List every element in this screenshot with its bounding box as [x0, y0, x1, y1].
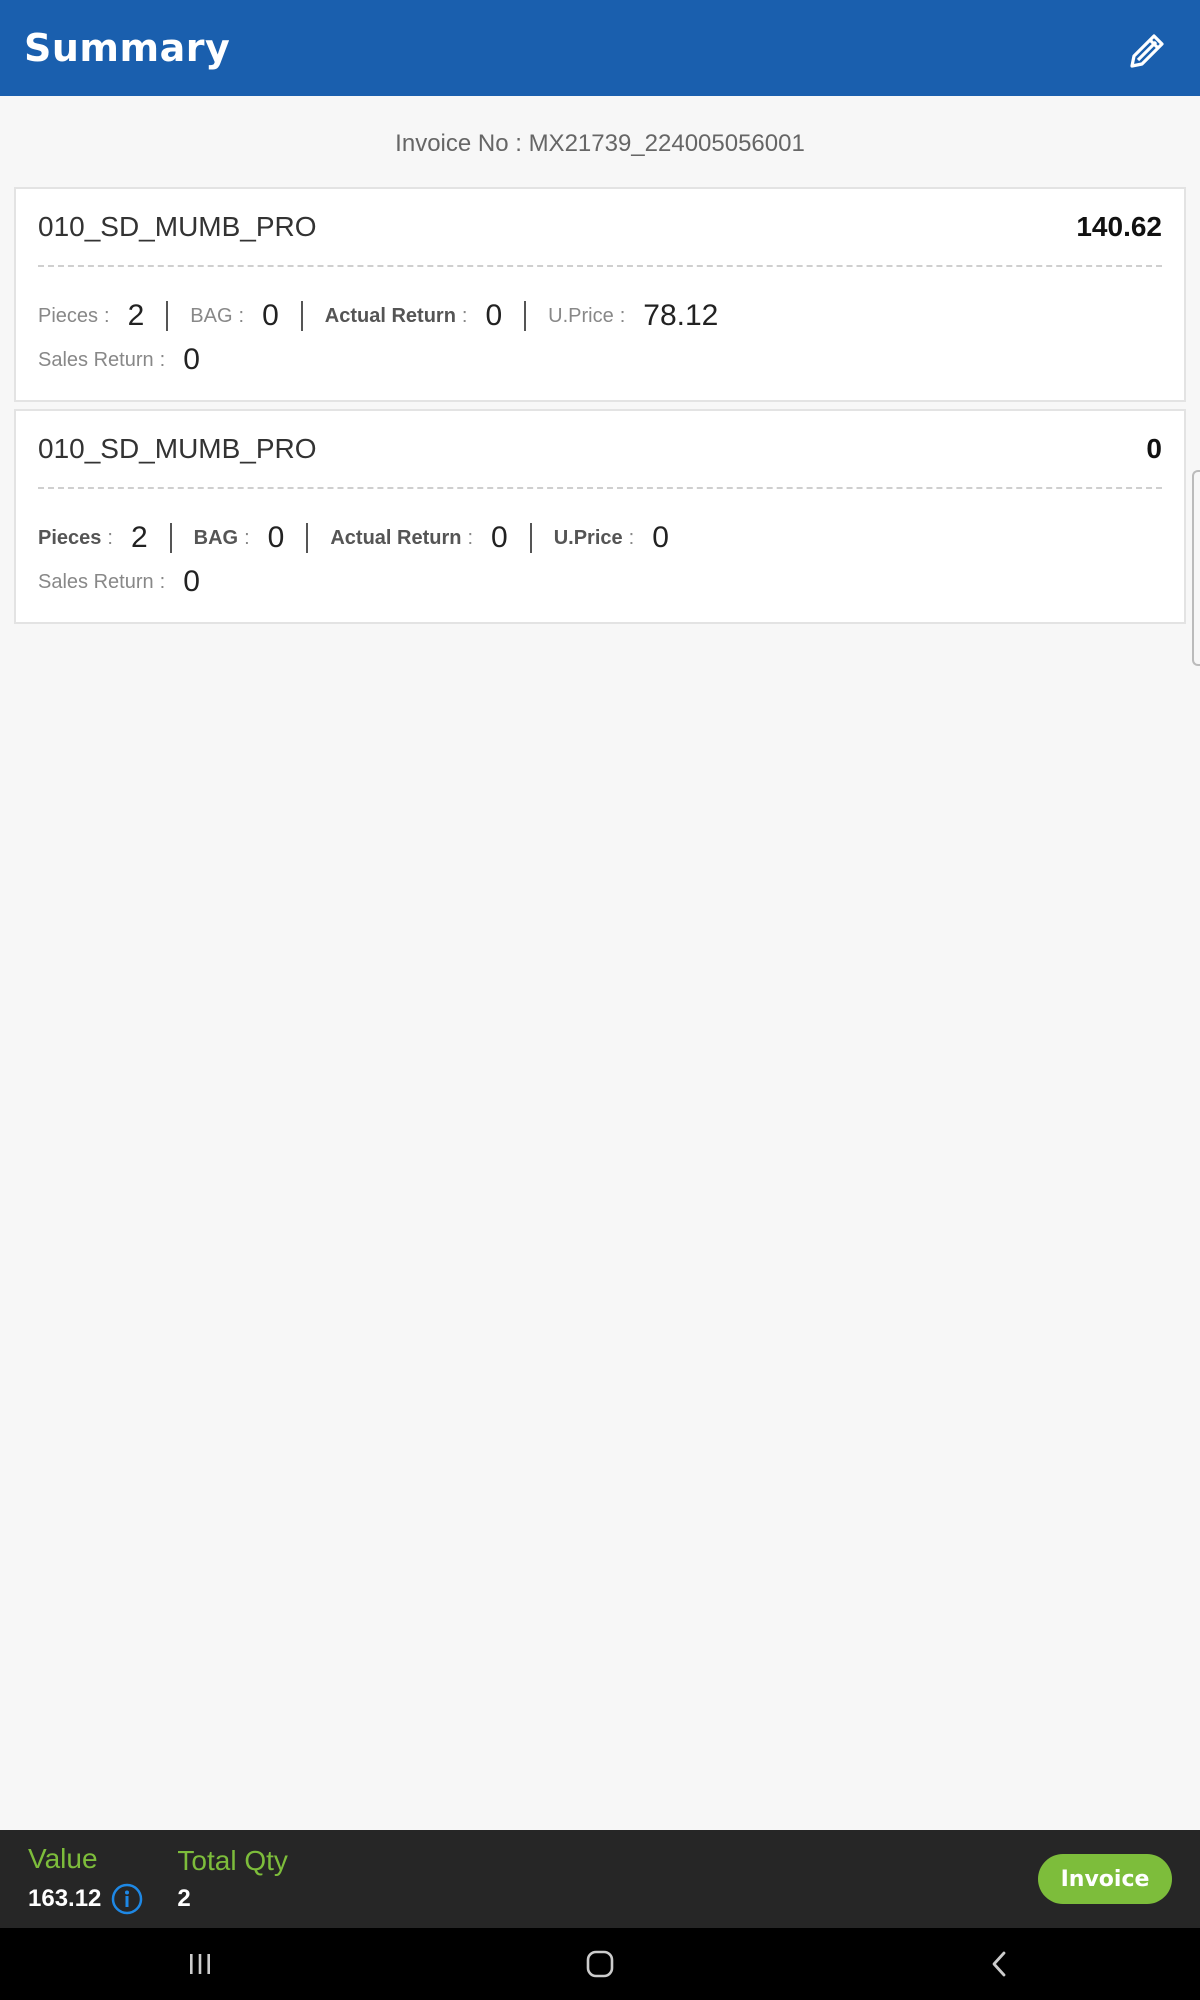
colon: :: [619, 304, 626, 327]
divider: [529, 523, 532, 553]
pieces-value: 2: [127, 299, 145, 332]
sales-return-field: Sales Return : 0: [38, 343, 200, 377]
value-amount: 163.12: [28, 1885, 102, 1912]
pieces-field: Pieces : 2: [38, 521, 148, 555]
info-icon: [112, 1883, 143, 1915]
app-bar: Summary: [0, 0, 1200, 96]
total-qty-value: 2: [177, 1885, 191, 1912]
divider: [169, 523, 172, 553]
divider: [524, 301, 527, 331]
colon: :: [628, 526, 635, 549]
item-amount: 0: [1146, 433, 1162, 464]
invoice-button[interactable]: Invoice: [1038, 1854, 1172, 1904]
item-card[interactable]: 010_SD_MUMB_PRO 140.62 Pieces : 2 BAG : …: [14, 187, 1186, 402]
item-card[interactable]: 010_SD_MUMB_PRO 0 Pieces : 2 BAG : 0 Act…: [14, 409, 1186, 624]
bag-label: BAG: [193, 526, 239, 549]
bag-field: BAG : 0: [190, 299, 279, 333]
colon: :: [238, 304, 245, 327]
actual-return-value: 0: [485, 299, 503, 332]
edit-icon: [1130, 34, 1164, 68]
uprice-field: U.Price : 78.12: [548, 299, 718, 333]
actual-return-field: Actual Return : 0: [330, 521, 507, 555]
sales-return-field: Sales Return : 0: [38, 565, 200, 599]
colon: :: [104, 304, 110, 327]
divider: [166, 301, 169, 331]
item-amount: 140.62: [1076, 211, 1162, 242]
bag-value: 0: [267, 521, 285, 554]
edge-panel-handle[interactable]: [1192, 470, 1200, 666]
system-nav-bar: [0, 1928, 1200, 2000]
sales-return-row: Sales Return : 0: [38, 338, 1162, 382]
uprice-label: U.Price: [553, 526, 623, 549]
info-button[interactable]: [111, 1883, 143, 1915]
sales-return-label: Sales Return: [38, 348, 154, 371]
value-label: Value: [28, 1843, 98, 1874]
divider: [306, 523, 309, 553]
back-icon: [992, 1951, 1006, 1977]
invoice-number: Invoice No : MX21739_224005056001: [395, 130, 805, 157]
pieces-label: Pieces: [38, 526, 102, 549]
uprice-value: 0: [652, 521, 669, 554]
sales-return-value: 0: [183, 343, 200, 376]
value-row: 163.12: [28, 1883, 143, 1915]
sales-return-value: 0: [183, 565, 200, 598]
back-button[interactable]: [970, 1934, 1030, 1994]
item-name: 010_SD_MUMB_PRO: [38, 433, 317, 464]
sales-return-row: Sales Return : 0: [38, 560, 1162, 604]
actual-return-label: Actual Return: [324, 304, 456, 327]
pieces-field: Pieces : 2: [38, 299, 144, 333]
home-icon: [586, 1950, 614, 1978]
actual-return-value: 0: [491, 521, 508, 554]
bag-label: BAG: [190, 304, 233, 327]
sales-return-label: Sales Return: [38, 570, 154, 593]
actual-return-field: Actual Return : 0: [325, 299, 502, 333]
recent-apps-icon: [190, 1954, 210, 1974]
colon: :: [159, 570, 166, 593]
colon: :: [467, 526, 474, 549]
colon: :: [107, 526, 113, 549]
bag-value: 0: [262, 299, 279, 332]
total-qty-block: Total Qty 2: [177, 1845, 287, 1913]
pieces-label: Pieces: [38, 304, 99, 327]
item-details-row: Pieces : 2 BAG : 0 Actual Return : 0 U.P…: [38, 294, 1162, 338]
uprice-value: 78.12: [643, 299, 719, 332]
item-card-header: 010_SD_MUMB_PRO 0: [38, 411, 1162, 489]
value-block: Value 163.12: [28, 1843, 143, 1915]
item-details-row: Pieces : 2 BAG : 0 Actual Return : 0 U.P…: [38, 516, 1162, 560]
item-card-header: 010_SD_MUMB_PRO 140.62: [38, 189, 1162, 267]
recent-apps-button[interactable]: [170, 1934, 230, 1994]
total-qty-label: Total Qty: [177, 1845, 288, 1876]
actual-return-label: Actual Return: [330, 526, 462, 549]
total-qty-row: 2: [177, 1885, 287, 1913]
pieces-value: 2: [130, 521, 148, 554]
uprice-label: U.Price: [548, 304, 614, 327]
colon: :: [244, 526, 250, 549]
colon: :: [159, 348, 166, 371]
summary-bar: Value 163.12 Total Qty 2 Invoice: [0, 1830, 1200, 1928]
page-title: Summary: [24, 26, 231, 70]
home-button[interactable]: [570, 1934, 630, 1994]
bag-field: BAG : 0: [194, 521, 285, 555]
colon: :: [461, 304, 468, 327]
uprice-field: U.Price : 0: [554, 521, 669, 555]
item-name: 010_SD_MUMB_PRO: [38, 211, 317, 242]
edit-button[interactable]: [1120, 20, 1176, 76]
divider: [300, 301, 303, 331]
